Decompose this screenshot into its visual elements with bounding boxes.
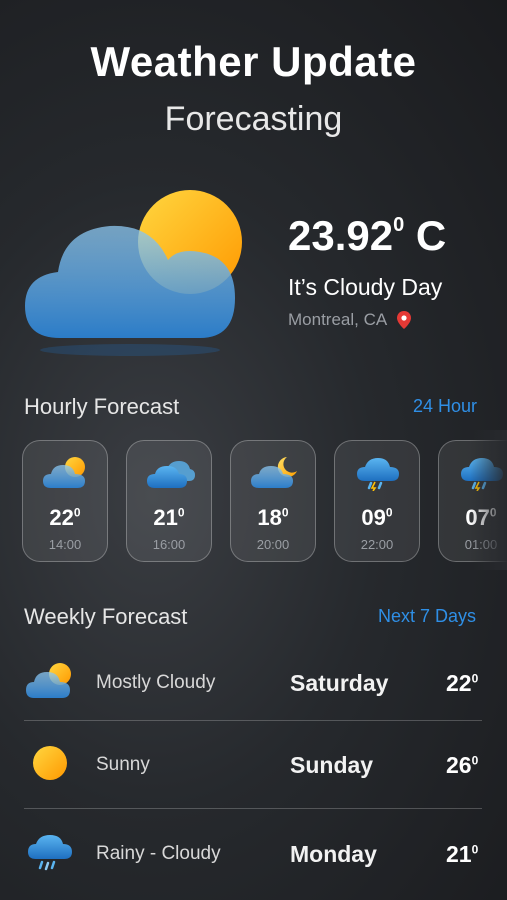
cloud-sun-icon xyxy=(26,663,71,698)
weekly-row[interactable]: Rainy - Cloudy Monday 210 xyxy=(24,823,484,883)
degree-sup: 0 xyxy=(393,214,405,236)
hourly-time: 20:00 xyxy=(256,537,290,552)
hourly-card[interactable]: 210 16:00 xyxy=(126,440,212,562)
hourly-time: 16:00 xyxy=(152,537,186,552)
temperature-unit: C xyxy=(404,212,447,259)
cloud-sun-icon xyxy=(20,190,250,360)
sun-icon xyxy=(33,746,67,780)
hourly-time: 22:00 xyxy=(360,537,394,552)
page-subtitle: Forecasting xyxy=(164,100,343,138)
weekly-temp: 210 xyxy=(446,841,479,867)
cloudy-icon xyxy=(147,461,195,488)
hourly-forecast-title: Hourly Forecast xyxy=(24,394,180,419)
current-condition: It’s Cloudy Day xyxy=(288,274,443,300)
weekly-temp: 220 xyxy=(446,670,479,696)
rain-cloud-icon xyxy=(357,458,399,491)
divider xyxy=(24,808,482,809)
weekly-day: Saturday xyxy=(290,670,389,696)
weekly-condition: Mostly Cloudy xyxy=(96,672,216,693)
current-temperature: 23.920 C xyxy=(288,212,446,260)
hourly-time: 14:00 xyxy=(48,537,82,552)
hourly-temp: 210 xyxy=(153,505,185,530)
weekly-row[interactable]: Mostly Cloudy Saturday 220 xyxy=(24,652,484,712)
weekly-forecast-title: Weekly Forecast xyxy=(24,604,188,629)
hourly-24-hour-link[interactable]: 24 Hour xyxy=(413,396,477,417)
hourly-temp: 180 xyxy=(257,505,289,530)
cloud-moon-icon xyxy=(251,457,297,488)
rain-cloud-icon xyxy=(28,835,72,871)
hourly-temp: 220 xyxy=(49,505,81,530)
weekly-temp: 260 xyxy=(446,752,479,778)
weekly-condition: Sunny xyxy=(96,754,150,775)
scroll-fade xyxy=(470,430,507,570)
weekly-day: Sunday xyxy=(290,752,374,778)
current-location[interactable]: Montreal, CA xyxy=(288,310,412,330)
hourly-card[interactable]: 220 14:00 xyxy=(22,440,108,562)
weekly-condition: Rainy - Cloudy xyxy=(96,843,221,864)
divider xyxy=(24,720,482,721)
hourly-card[interactable]: 090 22:00 xyxy=(334,440,420,562)
temperature-value: 23.92 xyxy=(288,212,394,259)
weekly-next-7-days-link[interactable]: Next 7 Days xyxy=(378,606,476,627)
weekly-day: Monday xyxy=(290,841,377,867)
weekly-row[interactable]: Sunny Sunday 260 xyxy=(24,734,484,794)
hourly-temp: 090 xyxy=(361,505,393,530)
hourly-card[interactable]: 180 20:00 xyxy=(230,440,316,562)
location-pin-icon xyxy=(397,311,412,329)
page-title: Weather Update xyxy=(90,38,417,85)
location-text: Montreal, CA xyxy=(288,310,388,329)
cloud-sun-icon xyxy=(43,457,85,488)
